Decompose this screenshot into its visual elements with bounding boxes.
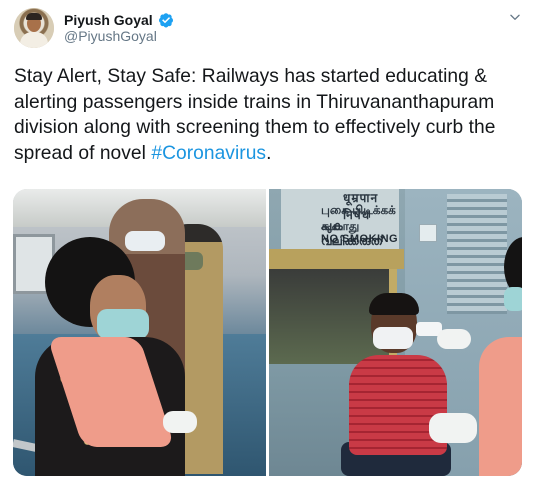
tweet-text: Stay Alert, Stay Safe: Railways has star… [14, 64, 524, 166]
tweet-text-end: . [266, 142, 272, 164]
verified-badge-icon [158, 12, 174, 28]
author-display-name[interactable]: Piyush Goyal [64, 12, 153, 28]
tweet: Piyush Goyal @PiyushGoyal Stay Alert, St… [0, 0, 536, 482]
chevron-down-icon [510, 14, 520, 20]
no-smoking-sign: धूम्रपान निषेध புகை பிடிக்கக் கூடாது പുക… [281, 189, 399, 249]
author-name-row[interactable]: Piyush Goyal [64, 10, 174, 30]
tweet-menu-button[interactable] [506, 8, 524, 26]
avatar[interactable] [14, 8, 54, 48]
photo-right[interactable]: धूम्रपान निषेध புகை பிடிக்கக் கூடாது പുക… [269, 189, 522, 476]
photo-left[interactable] [13, 189, 266, 476]
author-handle[interactable]: @PiyushGoyal [64, 28, 157, 44]
hashtag-link[interactable]: #Coronavirus [151, 143, 266, 164]
tweet-media: धूम्रपान निषेध புகை பிடிக்கக் கூடாது പുക… [13, 189, 522, 476]
sign-text-english: NO SMOKING [321, 233, 399, 245]
